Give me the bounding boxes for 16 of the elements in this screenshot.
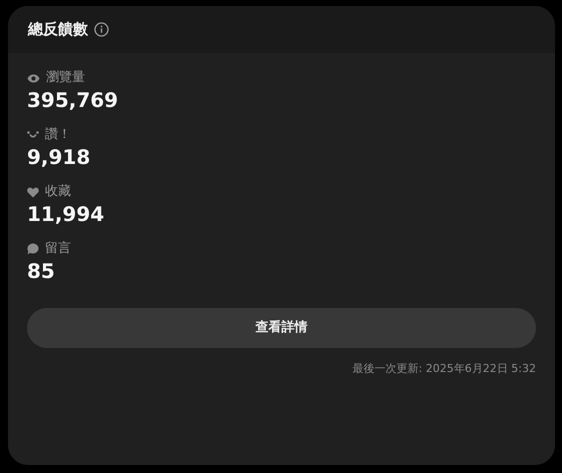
stat-value: 9,918 [27,144,92,171]
stat-label: 瀏覽量 [46,69,85,88]
stat-label: 留言 [45,240,71,258]
last-updated-text: 最後一次更新: 2025年6月22日 5:32 [352,361,536,377]
stat-label: 收藏 [45,183,71,202]
info-icon [94,22,109,37]
stat-value: 85 [27,258,56,285]
stat-label: 讚！ [45,126,71,144]
smile-icon [27,131,39,139]
view-details-button[interactable]: 查看詳情 [27,308,536,348]
stat-value: 11,994 [27,201,106,228]
heart-icon [27,186,39,198]
speech-bubble-icon [27,243,39,255]
eye-icon [27,74,40,82]
card-title: 總反饋數 [28,19,88,40]
stat-value: 395,769 [27,87,120,114]
